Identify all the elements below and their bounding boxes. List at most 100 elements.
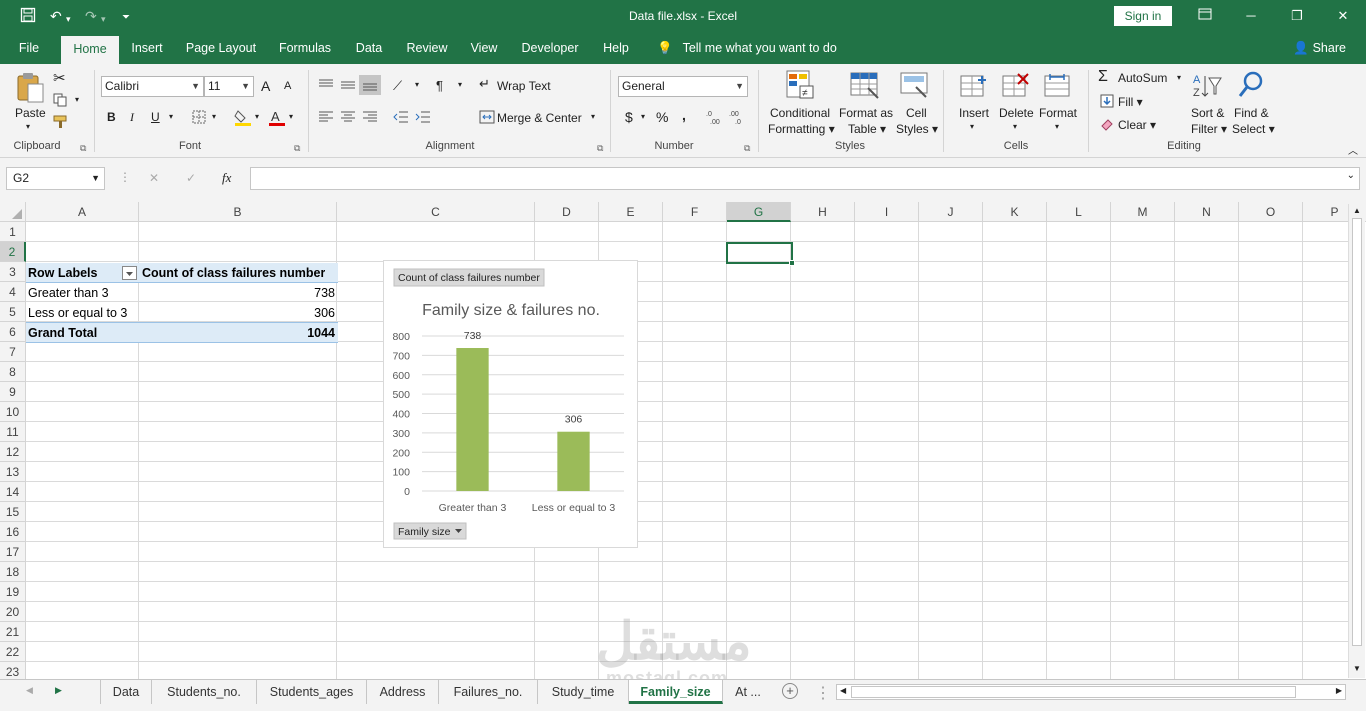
paste-icon[interactable] <box>14 70 46 109</box>
clipboard-launcher-icon[interactable]: ⧉ <box>80 143 86 154</box>
align-left-icon[interactable] <box>318 110 334 129</box>
find-select-icon[interactable] <box>1237 70 1267 105</box>
cut-icon[interactable]: ✂ <box>53 69 66 87</box>
sheet-tab-students-no[interactable]: Students_no. <box>152 680 257 704</box>
horizontal-scroll-thumb[interactable] <box>851 686 1296 698</box>
row-header-21[interactable]: 21 <box>0 622 26 642</box>
format-as-table-label-2[interactable]: Table ▾ <box>848 122 886 136</box>
align-middle-icon[interactable] <box>340 78 356 97</box>
number-format-combo[interactable]: General ▼ <box>618 76 748 97</box>
new-sheet-icon[interactable]: + <box>782 683 798 699</box>
decrease-font-icon[interactable]: A <box>284 80 291 92</box>
format-as-table-label-1[interactable]: Format as <box>839 106 893 120</box>
scroll-left-icon[interactable]: ◀ <box>840 686 846 695</box>
ribbon-display-icon[interactable] <box>1195 6 1215 26</box>
column-header-g[interactable]: G <box>727 202 791 222</box>
font-launcher-icon[interactable]: ⧉ <box>294 143 300 154</box>
format-dropdown-icon[interactable]: ▾ <box>1055 122 1059 131</box>
column-header-e[interactable]: E <box>599 202 663 222</box>
row-header-8[interactable]: 8 <box>0 362 26 382</box>
row-header-6[interactable]: 6 <box>0 322 26 342</box>
selected-cell[interactable] <box>726 242 795 266</box>
fill-icon[interactable] <box>1100 94 1114 113</box>
sheet-tab-students-ages[interactable]: Students_ages <box>257 680 367 704</box>
merge-center-button[interactable]: Merge & Center <box>497 111 582 125</box>
row-header-13[interactable]: 13 <box>0 462 26 482</box>
pivot-row-value[interactable]: 738 <box>140 283 335 303</box>
row-header-15[interactable]: 15 <box>0 502 26 522</box>
tab-data[interactable]: Data <box>349 33 389 64</box>
align-bottom-icon[interactable] <box>359 75 381 95</box>
pivot-chart[interactable]: Count of class failures number Family siz… <box>383 260 638 548</box>
decrease-indent-icon[interactable] <box>393 110 409 129</box>
comma-button[interactable]: , <box>682 107 686 123</box>
conditional-formatting-label-2[interactable]: Formatting ▾ <box>768 122 835 136</box>
find-select-label-2[interactable]: Select ▾ <box>1232 122 1275 136</box>
sort-filter-label-2[interactable]: Filter ▾ <box>1191 122 1227 136</box>
row-header-1[interactable]: 1 <box>0 222 26 242</box>
format-as-table-icon[interactable] <box>850 70 880 105</box>
insert-cells-icon[interactable] <box>960 72 988 105</box>
minimize-icon[interactable]: ─ <box>1241 6 1261 26</box>
column-header-d[interactable]: D <box>535 202 599 222</box>
sheet-tab-study-time[interactable]: Study_time <box>538 680 629 704</box>
borders-dropdown-icon[interactable]: ▾ <box>212 112 216 121</box>
tab-insert[interactable]: Insert <box>124 33 170 64</box>
row-header-7[interactable]: 7 <box>0 342 26 362</box>
fill-color-dropdown-icon[interactable]: ▾ <box>255 112 259 121</box>
format-cells-label[interactable]: Format <box>1039 106 1077 120</box>
underline-button[interactable]: U <box>151 110 160 124</box>
sheet-tab-address[interactable]: Address <box>367 680 439 704</box>
font-color-icon[interactable]: A <box>268 108 286 131</box>
conditional-formatting-icon[interactable]: ≠ <box>786 70 816 105</box>
horizontal-scrollbar[interactable]: ◀ ▶ <box>836 684 1346 700</box>
collapse-ribbon-icon[interactable]: ︿ <box>1348 142 1358 157</box>
column-header-i[interactable]: I <box>855 202 919 222</box>
scroll-right-icon[interactable]: ▶ <box>1336 686 1342 695</box>
currency-dropdown-icon[interactable]: ▾ <box>641 112 645 121</box>
column-header-a[interactable]: A <box>26 202 139 222</box>
share-button[interactable]: 👤 Share <box>1293 33 1346 64</box>
copy-dropdown-icon[interactable]: ▾ <box>75 95 79 104</box>
pivot-row-label[interactable]: Greater than 3 <box>28 283 109 303</box>
row-header-14[interactable]: 14 <box>0 482 26 502</box>
sheet-tab-data[interactable]: Data <box>101 680 152 704</box>
autosum-dropdown-icon[interactable]: ▾ <box>1177 73 1181 82</box>
sign-in-button[interactable]: Sign in <box>1114 6 1172 26</box>
increase-indent-icon[interactable] <box>415 110 431 129</box>
delete-cells-label[interactable]: Delete <box>999 106 1034 120</box>
paste-label[interactable]: Paste <box>15 106 46 120</box>
autosum-icon[interactable]: Σ <box>1098 68 1108 86</box>
column-header-o[interactable]: O <box>1239 202 1303 222</box>
underline-dropdown-icon[interactable]: ▾ <box>169 112 173 121</box>
text-direction-icon[interactable]: ¶ <box>436 78 443 93</box>
increase-decimal-icon[interactable]: .0.00 <box>706 108 724 131</box>
wrap-text-icon[interactable]: ↵ <box>479 76 490 92</box>
row-header-10[interactable]: 10 <box>0 402 26 422</box>
column-header-f[interactable]: F <box>663 202 727 222</box>
column-header-n[interactable]: N <box>1175 202 1239 222</box>
delete-cells-icon[interactable] <box>1002 72 1030 105</box>
text-direction-dropdown-icon[interactable]: ▾ <box>458 80 462 89</box>
orientation-dropdown-icon[interactable]: ▾ <box>415 80 419 89</box>
align-top-icon[interactable] <box>318 78 334 97</box>
find-select-label-1[interactable]: Find & <box>1234 106 1269 120</box>
tab-page-layout[interactable]: Page Layout <box>182 33 260 64</box>
merge-dropdown-icon[interactable]: ▾ <box>591 112 595 121</box>
expand-formula-icon[interactable]: ⌄ <box>1347 170 1355 181</box>
clear-button[interactable]: Clear ▾ <box>1118 118 1156 132</box>
italic-button[interactable]: I <box>130 110 134 125</box>
merge-center-icon[interactable] <box>479 110 495 129</box>
row-header-18[interactable]: 18 <box>0 562 26 582</box>
currency-button[interactable]: $ <box>625 109 633 125</box>
eraser-icon[interactable] <box>1100 117 1114 136</box>
row-header-23[interactable]: 23 <box>0 662 26 679</box>
align-center-icon[interactable] <box>340 110 356 129</box>
chart-bar[interactable] <box>456 348 489 491</box>
pivot-count-header[interactable]: Count of class failures number <box>142 263 325 283</box>
row-header-3[interactable]: 3 <box>0 262 26 282</box>
tab-review[interactable]: Review <box>400 33 454 64</box>
cell-styles-label-2[interactable]: Styles ▾ <box>896 122 938 136</box>
enter-icon[interactable]: ✓ <box>186 171 196 185</box>
bold-button[interactable]: B <box>107 110 116 124</box>
